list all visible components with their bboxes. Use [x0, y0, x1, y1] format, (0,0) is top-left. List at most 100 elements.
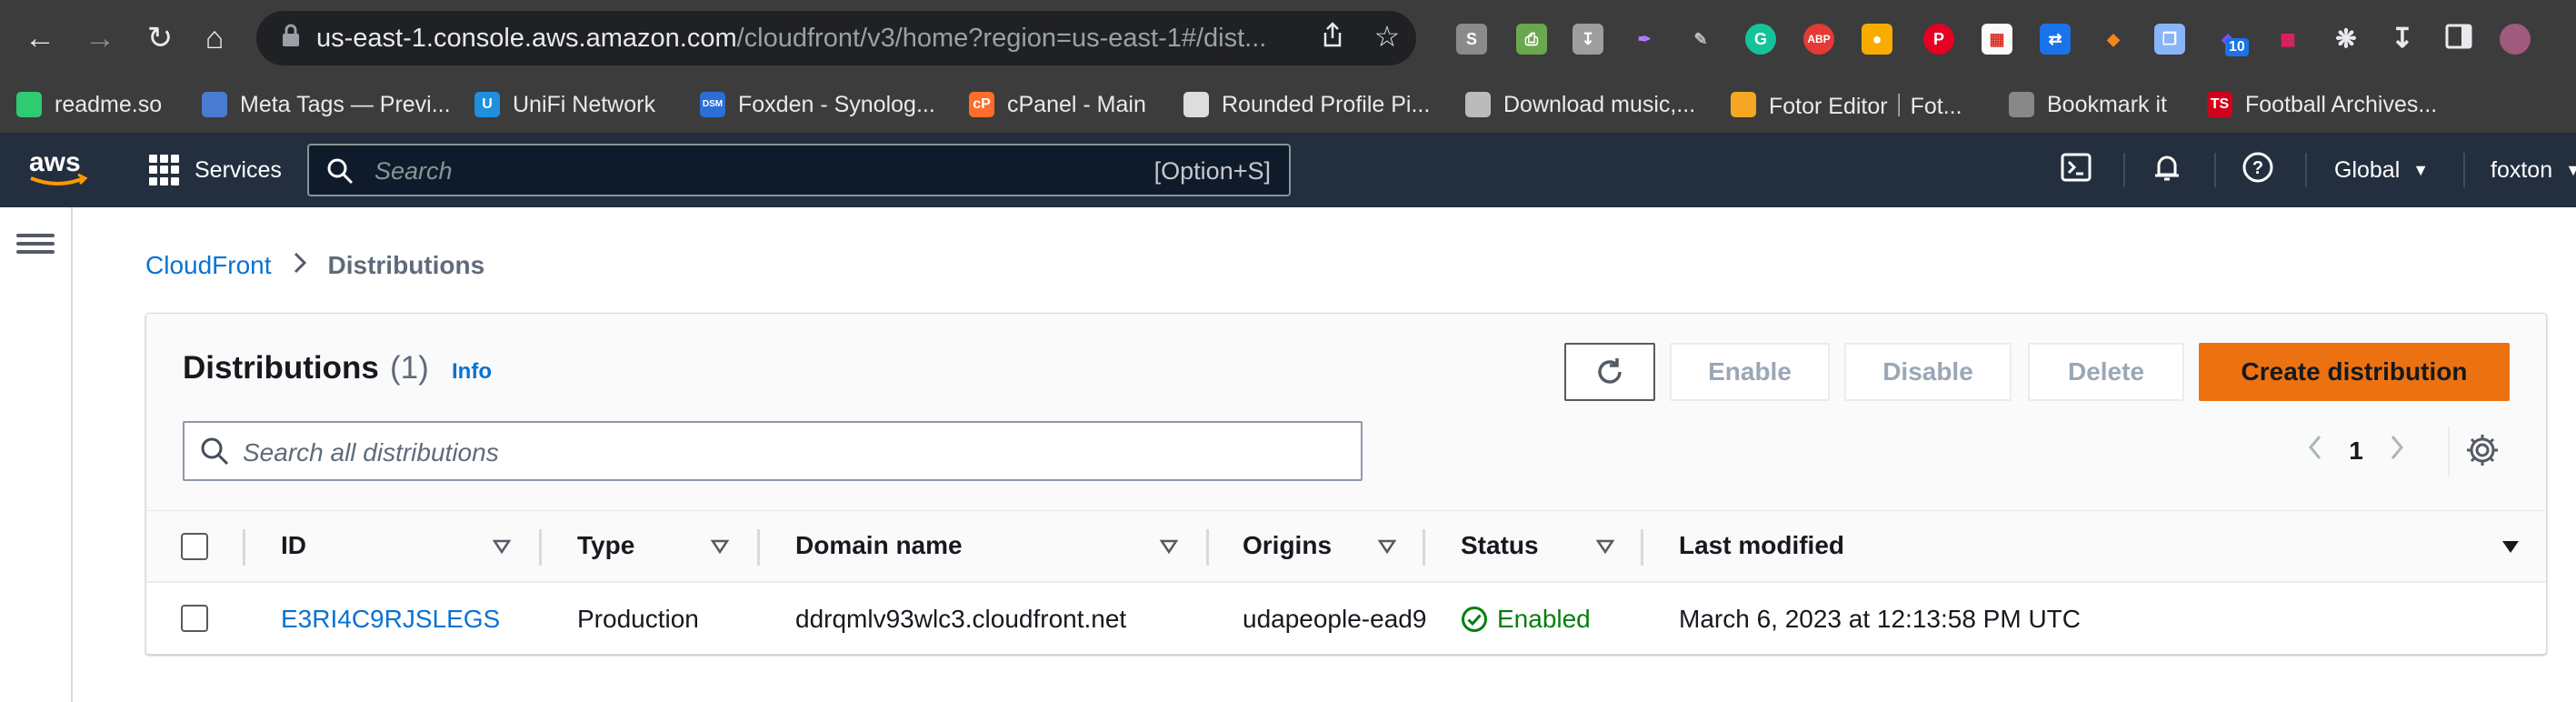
extension-badge-count: 10 — [2225, 38, 2249, 56]
bookmark-item[interactable]: TS Football Archives... — [2207, 76, 2437, 133]
bookmark-item[interactable]: Fotor Editor｜Fot... — [1731, 76, 1962, 133]
column-header-last-modified[interactable]: Last modified — [1679, 531, 1844, 560]
bookmark-item[interactable]: U UniFi Network — [474, 76, 655, 133]
sort-descending-icon[interactable] — [2501, 537, 2522, 558]
sort-caret-icon[interactable] — [1159, 537, 1181, 558]
extension-badge-icon[interactable]: ◆10 — [2212, 24, 2249, 56]
column-header-domain-name[interactable]: Domain name — [795, 531, 963, 560]
bookmarks-bar: readme.so Meta Tags — Previ... U UniFi Netw… — [0, 76, 2576, 133]
profile-avatar-icon[interactable] — [2500, 24, 2531, 55]
fotor-icon — [1731, 92, 1756, 117]
account-menu[interactable]: foxton ▼ — [2491, 153, 2576, 187]
info-link[interactable]: Info — [452, 359, 492, 385]
downloads-icon[interactable]: ↧ — [2387, 24, 2418, 55]
extension-grid-icon[interactable]: ▦ — [2272, 24, 2303, 55]
column-divider — [1206, 529, 1209, 566]
bookmark-label: UniFi Network — [513, 91, 655, 117]
sort-caret-icon[interactable] — [1377, 537, 1399, 558]
sidepanel-icon[interactable] — [2443, 24, 2474, 55]
address-bar[interactable]: us-east-1.console.aws.amazon.com/cloudfr… — [256, 11, 1416, 65]
nav-divider — [2305, 153, 2307, 187]
bookmark-label: Meta Tags — Previ... — [240, 91, 451, 117]
aws-search-input[interactable]: Search [Option+S] — [307, 144, 1291, 196]
url-text[interactable]: us-east-1.console.aws.amazon.com/cloudfr… — [316, 22, 1266, 55]
distribution-search-placeholder: Search all distributions — [243, 438, 499, 466]
column-divider — [243, 529, 245, 566]
column-header-origins[interactable]: Origins — [1243, 531, 1332, 560]
extension-download-icon[interactable]: ↧ — [1573, 24, 1603, 55]
forward-icon[interactable]: → — [75, 13, 125, 64]
table-row[interactable]: E3RI4C9RJSLEGS Production ddrqmlv93wlc3.… — [146, 583, 2546, 654]
distributions-table-panel: Distributions (1) Info Enable Disable De… — [145, 313, 2547, 655]
extension-s-icon[interactable]: S — [1456, 24, 1487, 55]
reload-icon[interactable]: ↻ — [135, 13, 185, 64]
column-header-id[interactable]: ID — [281, 531, 306, 560]
create-distribution-button[interactable]: Create distribution — [2199, 343, 2510, 401]
readme-icon — [16, 92, 42, 117]
table-preferences-gear-icon[interactable] — [2464, 432, 2502, 470]
lock-icon[interactable] — [276, 24, 305, 53]
bookmark-item[interactable]: cP cPanel - Main — [969, 76, 1146, 133]
download-music-icon — [1465, 92, 1491, 117]
help-icon[interactable]: ? — [2242, 151, 2280, 189]
sort-caret-icon[interactable] — [710, 537, 732, 558]
disable-button[interactable]: Disable — [1844, 343, 2012, 401]
svg-text:aws: aws — [29, 147, 81, 177]
extensions-puzzle-icon[interactable]: ❋ — [2331, 24, 2361, 55]
synology-dsm-icon: DSM — [700, 92, 725, 117]
previous-page-icon[interactable] — [2299, 432, 2331, 470]
column-header-status[interactable]: Status — [1461, 531, 1539, 560]
select-all-checkbox[interactable] — [181, 533, 208, 560]
row-checkbox[interactable] — [181, 605, 208, 632]
share-icon[interactable] — [1316, 22, 1349, 55]
bookmark-item[interactable]: readme.so — [16, 76, 162, 133]
distribution-origins: udapeople-ead9 — [1243, 605, 1427, 633]
bookmark-item[interactable]: Download music,... — [1465, 76, 1695, 133]
bookmark-item[interactable]: Rounded Profile Pi... — [1183, 76, 1430, 133]
distribution-search-input[interactable]: Search all distributions — [183, 421, 1363, 481]
services-menu[interactable]: Services — [149, 149, 282, 191]
extension-calendar-icon[interactable]: ▦ — [1982, 24, 2012, 55]
home-icon[interactable]: ⌂ — [189, 13, 240, 64]
extension-printer-icon[interactable]: ⎙ — [1516, 24, 1547, 55]
bookmark-item[interactable]: Bookmark it — [2009, 76, 2167, 133]
sort-caret-icon[interactable] — [492, 537, 514, 558]
notifications-bell-icon[interactable] — [2151, 151, 2189, 189]
grammarly-icon[interactable]: G — [1745, 24, 1776, 55]
adblock-plus-icon[interactable]: ABP — [1803, 24, 1834, 55]
nav-divider — [2123, 153, 2125, 187]
enable-button[interactable]: Enable — [1670, 343, 1830, 401]
back-icon[interactable]: ← — [15, 13, 65, 64]
refresh-button[interactable] — [1564, 343, 1655, 401]
bookmark-item[interactable]: DSM Foxden - Synolog... — [700, 76, 935, 133]
aws-logo[interactable]: aws — [25, 145, 98, 191]
delete-button[interactable]: Delete — [2028, 343, 2184, 401]
column-header-type[interactable]: Type — [577, 531, 634, 560]
hamburger-menu-icon[interactable] — [16, 229, 55, 262]
next-page-icon[interactable] — [2381, 432, 2413, 470]
extension-bulb-icon[interactable]: ● — [1862, 24, 1892, 55]
current-page-number[interactable]: 1 — [2331, 436, 2381, 466]
bookmark-label: Download music,... — [1503, 91, 1696, 117]
bookmark-star-icon[interactable]: ☆ — [1371, 20, 1403, 53]
bookmark-label: Bookmark it — [2047, 91, 2167, 117]
extension-link-icon[interactable]: ⇄ — [2040, 24, 2071, 55]
sort-caret-icon[interactable] — [1595, 537, 1617, 558]
bookmark-item[interactable]: Meta Tags — Previ... — [202, 76, 451, 133]
status-badge: Enabled — [1461, 605, 1591, 634]
unifi-icon: U — [474, 92, 500, 117]
profile-icon — [1183, 92, 1209, 117]
distribution-id-link[interactable]: E3RI4C9RJSLEGS — [281, 605, 500, 634]
distribution-type: Production — [577, 605, 699, 633]
region-selector[interactable]: Global ▼ — [2334, 153, 2429, 187]
extension-pen-icon[interactable]: ✎ — [1685, 24, 1716, 55]
pinterest-icon[interactable]: P — [1923, 24, 1954, 55]
breadcrumb-cloudfront-link[interactable]: CloudFront — [145, 251, 272, 280]
extension-feather-icon[interactable]: ✒ — [1629, 24, 1660, 55]
search-icon — [325, 156, 354, 186]
page-title: Distributions — [183, 350, 379, 386]
extension-copy-icon[interactable]: ❐ — [2154, 24, 2185, 55]
cloudshell-icon[interactable] — [2060, 151, 2098, 189]
metamask-icon[interactable]: ◆ — [2098, 24, 2129, 55]
bookmark-label: Fotor Editor｜Fot... — [1769, 94, 1962, 119]
